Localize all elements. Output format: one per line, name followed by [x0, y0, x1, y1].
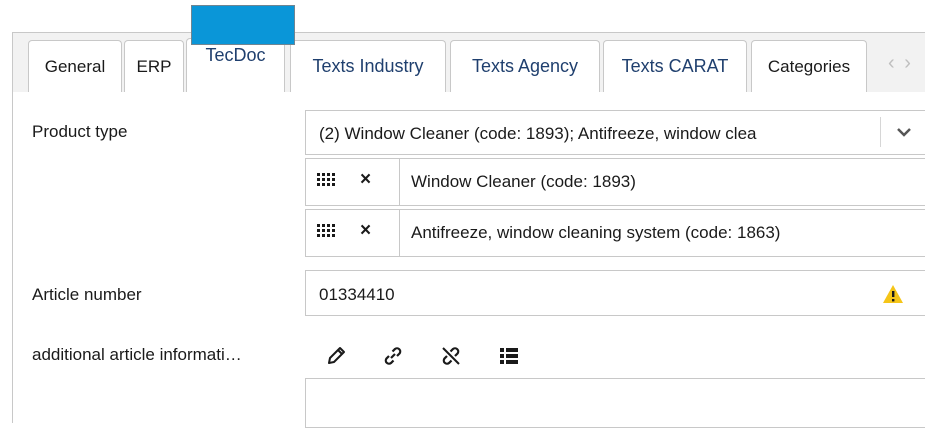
tab-label: TecDoc: [205, 45, 266, 65]
list-item-text: Window Cleaner (code: 1893): [411, 172, 636, 191]
cell-divider: [399, 159, 400, 205]
product-type-selected: (2) Window Cleaner (code: 1893); Antifre…: [319, 124, 757, 143]
article-number-value: 01334410: [319, 285, 395, 304]
tab-label: ERP: [136, 56, 172, 76]
pencil-icon[interactable]: [325, 345, 347, 372]
grid-icon[interactable]: [317, 172, 335, 195]
content-border: [12, 92, 13, 423]
list-item-text: Antifreeze, window cleaning system (code…: [411, 223, 781, 242]
tab-erp[interactable]: ERP: [124, 40, 184, 92]
tab-general[interactable]: General: [28, 40, 122, 92]
tab-texts-carat[interactable]: Texts CARAT: [603, 40, 747, 92]
grid-icon[interactable]: [317, 223, 335, 246]
tab-label: General: [44, 56, 106, 76]
accent-marker: [191, 5, 295, 45]
tab-label: Categories: [767, 56, 851, 76]
tab-tecdoc[interactable]: TecDoc: [186, 38, 285, 92]
article-number-field[interactable]: 01334410: [305, 270, 925, 316]
tab-scroll-arrows[interactable]: ‹ ›: [888, 52, 913, 75]
list-item: × Antifreeze, window cleaning system (co…: [305, 209, 925, 257]
chevron-down-icon[interactable]: [896, 125, 912, 143]
cell-divider: [399, 210, 400, 256]
tab-label: Texts Agency: [471, 56, 579, 76]
link-icon[interactable]: [382, 345, 404, 372]
tab-texts-agency[interactable]: Texts Agency: [450, 40, 600, 92]
unlink-icon[interactable]: [440, 345, 462, 372]
list-icon[interactable]: [498, 345, 520, 372]
warning-icon: [882, 284, 904, 309]
list-item: × Window Cleaner (code: 1893): [305, 158, 925, 206]
tab-categories[interactable]: Categories: [751, 40, 867, 92]
select-divider: [880, 117, 881, 147]
remove-icon[interactable]: ×: [360, 169, 371, 191]
tab-label: Texts CARAT: [621, 56, 729, 76]
article-number-label: Article number: [32, 285, 142, 304]
tab-label: Texts Industry: [312, 56, 424, 76]
product-type-label: Product type: [32, 122, 128, 141]
tab-texts-industry[interactable]: Texts Industry: [290, 40, 446, 92]
remove-icon[interactable]: ×: [360, 220, 371, 242]
additional-info-editor[interactable]: [305, 378, 925, 428]
product-type-select[interactable]: (2) Window Cleaner (code: 1893); Antifre…: [305, 110, 925, 155]
additional-info-label: additional article informati…: [32, 345, 242, 364]
